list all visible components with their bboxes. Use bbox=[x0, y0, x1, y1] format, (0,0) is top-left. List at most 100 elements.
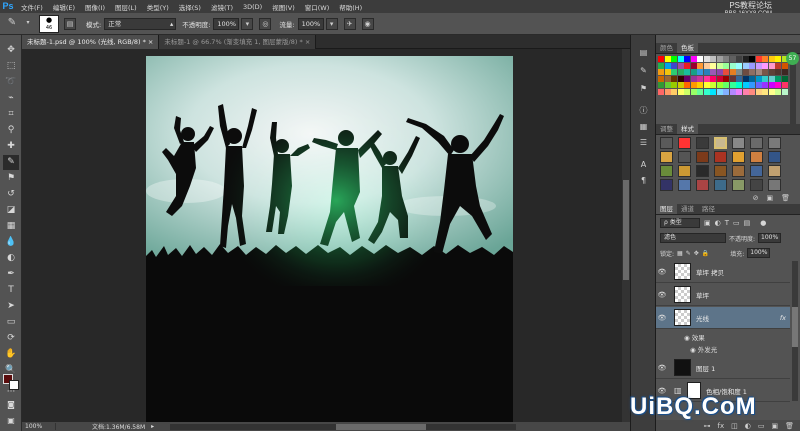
tab-channels[interactable]: 通道 bbox=[677, 204, 698, 214]
style-preset[interactable] bbox=[696, 165, 709, 177]
color-swatch[interactable] bbox=[762, 82, 768, 88]
document-canvas[interactable] bbox=[146, 56, 513, 422]
path-select-tool-icon[interactable]: ➤ bbox=[3, 299, 19, 314]
lasso-tool-icon[interactable]: ➰ bbox=[3, 75, 19, 90]
color-swatch[interactable] bbox=[749, 82, 755, 88]
filter-toggle-icon[interactable]: ● bbox=[760, 219, 766, 227]
status-menu-arrow[interactable]: ▸ bbox=[151, 423, 154, 430]
style-preset[interactable] bbox=[768, 179, 781, 191]
color-swatch[interactable] bbox=[768, 88, 775, 95]
tab-layers[interactable]: 图层 bbox=[656, 204, 677, 214]
brush-tool-icon[interactable]: ✎ bbox=[3, 155, 19, 170]
filter-adjustment-icon[interactable]: ◐ bbox=[715, 219, 721, 227]
style-preset[interactable] bbox=[732, 165, 745, 177]
color-swatch[interactable] bbox=[690, 75, 697, 82]
eye-icon[interactable]: 👁 bbox=[656, 268, 668, 276]
tab-adjustments[interactable]: 调整 bbox=[656, 124, 677, 134]
color-swatch[interactable] bbox=[658, 56, 664, 62]
color-swatch[interactable] bbox=[755, 69, 762, 75]
style-preset[interactable] bbox=[714, 137, 727, 149]
move-tool-icon[interactable]: ✥ bbox=[3, 43, 19, 58]
color-swatch[interactable] bbox=[768, 75, 775, 82]
color-swatch[interactable] bbox=[742, 82, 749, 88]
color-swatch[interactable] bbox=[690, 69, 697, 75]
lock-all-icon[interactable]: 🔒 bbox=[702, 250, 709, 257]
chevron-down-icon[interactable]: ▾ bbox=[241, 17, 254, 30]
color-swatch[interactable] bbox=[749, 88, 755, 95]
clone-source-panel-icon[interactable]: ⚑ bbox=[637, 83, 650, 95]
opacity-input[interactable]: 100% bbox=[213, 17, 240, 30]
color-swatch[interactable] bbox=[749, 75, 755, 82]
color-swatch[interactable] bbox=[749, 56, 755, 62]
color-swatch[interactable] bbox=[716, 75, 723, 82]
color-swatch[interactable] bbox=[762, 56, 768, 62]
lock-move-icon[interactable]: ✥ bbox=[694, 250, 699, 257]
add-mask-icon[interactable]: ◫ bbox=[731, 422, 738, 430]
tab-swatches[interactable]: 色板 bbox=[677, 43, 698, 53]
layer-row[interactable]: 👁 图层 1 bbox=[656, 357, 790, 379]
layer-row[interactable]: 👁 草坪 拷贝 bbox=[656, 261, 790, 283]
color-swatch[interactable] bbox=[762, 62, 768, 69]
tab-styles[interactable]: 样式 bbox=[677, 124, 698, 134]
hand-tool-icon[interactable]: ✋ bbox=[3, 347, 19, 362]
chevron-down-icon[interactable]: ▾ bbox=[22, 18, 34, 30]
color-swatch[interactable] bbox=[755, 82, 762, 88]
color-swatch[interactable] bbox=[664, 75, 671, 82]
add-style-icon[interactable]: fx bbox=[718, 422, 725, 430]
menu-window[interactable]: 窗口(W) bbox=[300, 2, 335, 12]
menu-select[interactable]: 选择(S) bbox=[174, 2, 206, 12]
pressure-opacity-icon[interactable]: ◎ bbox=[259, 17, 272, 30]
pressure-size-icon[interactable]: ◉ bbox=[361, 17, 374, 30]
blend-mode-select[interactable]: 滤色 bbox=[660, 233, 726, 243]
style-preset[interactable] bbox=[732, 137, 745, 149]
color-swatch[interactable] bbox=[697, 56, 703, 62]
color-swatch[interactable] bbox=[690, 62, 697, 69]
color-swatch[interactable] bbox=[697, 88, 703, 95]
color-swatch[interactable] bbox=[775, 82, 781, 88]
color-swatch[interactable] bbox=[781, 75, 788, 82]
brush-preset-picker[interactable]: ● 46 bbox=[39, 14, 59, 33]
blur-tool-icon[interactable]: 💧 bbox=[3, 235, 19, 250]
color-swatch[interactable] bbox=[723, 62, 729, 69]
color-swatch[interactable] bbox=[671, 82, 677, 88]
color-swatch[interactable] bbox=[762, 88, 768, 95]
color-swatch[interactable] bbox=[736, 88, 742, 95]
link-layers-icon[interactable]: ⊶ bbox=[704, 422, 711, 430]
color-swatch[interactable] bbox=[755, 56, 762, 62]
color-swatch[interactable] bbox=[671, 69, 677, 75]
style-preset[interactable] bbox=[732, 179, 745, 191]
outer-glow-row[interactable]: ◉ 外发光 bbox=[690, 344, 717, 354]
eye-icon[interactable]: ◉ bbox=[690, 346, 696, 354]
style-preset[interactable] bbox=[768, 137, 781, 149]
tab-document-2[interactable]: 未标题-1 @ 66.7% (渐变填充 1, 图层蒙版/8) * × bbox=[159, 35, 317, 49]
color-swatch[interactable] bbox=[671, 56, 677, 62]
style-preset[interactable] bbox=[732, 151, 745, 163]
color-swatch[interactable] bbox=[742, 75, 749, 82]
color-swatch[interactable] bbox=[664, 56, 671, 62]
fill-input[interactable]: 100% bbox=[747, 248, 771, 258]
color-swatch[interactable] bbox=[723, 56, 729, 62]
color-swatch[interactable] bbox=[723, 88, 729, 95]
color-swatch[interactable] bbox=[716, 82, 723, 88]
color-swatch[interactable] bbox=[690, 56, 697, 62]
brush-presets-panel-icon[interactable]: ✎ bbox=[637, 65, 650, 77]
style-preset[interactable] bbox=[750, 137, 763, 149]
color-swatch[interactable] bbox=[775, 56, 781, 62]
color-swatch[interactable] bbox=[762, 75, 768, 82]
color-swatch[interactable] bbox=[703, 62, 710, 69]
filter-smart-icon[interactable]: ▤ bbox=[744, 219, 751, 227]
color-swatch[interactable] bbox=[658, 88, 664, 95]
color-swatch[interactable] bbox=[736, 56, 742, 62]
background-color-swatch[interactable] bbox=[9, 380, 19, 390]
eye-icon[interactable]: 👁 bbox=[656, 291, 668, 299]
color-swatch[interactable] bbox=[768, 82, 775, 88]
scroll-thumb[interactable] bbox=[792, 307, 798, 347]
color-swatch[interactable] bbox=[710, 69, 716, 75]
layer-row[interactable]: 👁 草坪 bbox=[656, 284, 790, 306]
style-preset[interactable] bbox=[660, 165, 673, 177]
new-group-icon[interactable]: ▭ bbox=[758, 422, 765, 430]
color-swatch[interactable] bbox=[671, 75, 677, 82]
menu-type[interactable]: 类型(Y) bbox=[142, 2, 174, 12]
color-swatch[interactable] bbox=[677, 69, 684, 75]
horizontal-scrollbar[interactable] bbox=[170, 423, 517, 430]
